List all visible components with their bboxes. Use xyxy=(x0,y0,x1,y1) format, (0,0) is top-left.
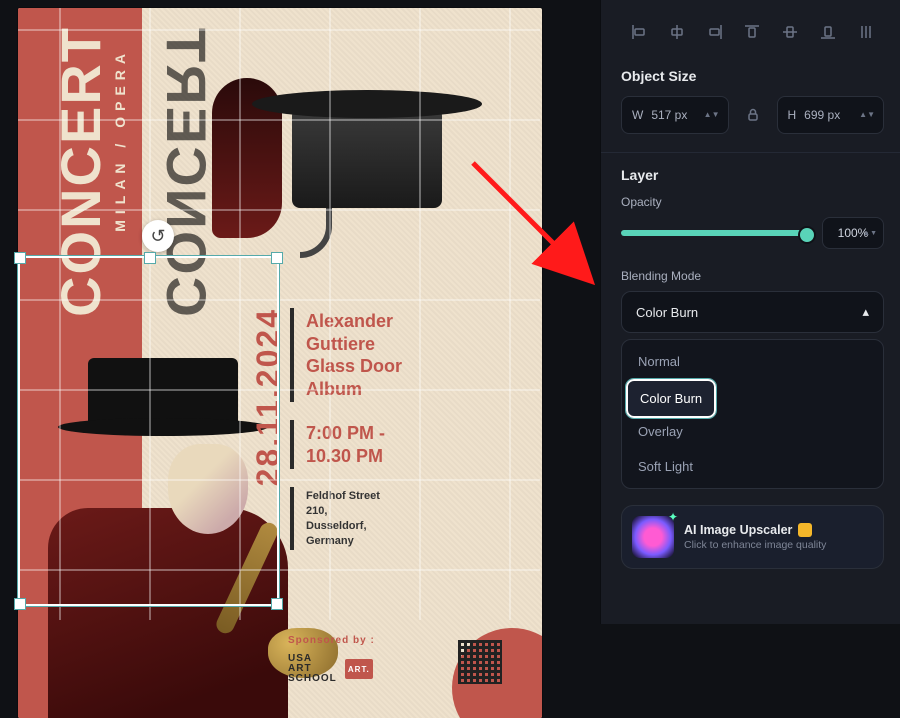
blending-option-soft-light[interactable]: Soft Light xyxy=(626,449,879,484)
poster-sponsor-logo-1: USA ART SCHOOL xyxy=(288,654,337,684)
align-right-icon[interactable] xyxy=(703,20,727,44)
blending-mode-dropdown: Normal Color Burn Multiply Overlay Soft … xyxy=(621,339,884,489)
poster-addr-4: Germany xyxy=(306,534,510,549)
resize-handle-nw[interactable] xyxy=(14,252,26,264)
premium-crown-icon xyxy=(798,523,812,537)
blending-mode-selected: Color Burn xyxy=(636,305,698,320)
poster-sponsor-block: Sponsored by : USA ART SCHOOL ART. xyxy=(288,635,375,684)
section-heading-layer: Layer xyxy=(621,167,884,183)
align-left-icon[interactable] xyxy=(627,20,651,44)
poster-time-1: 7:00 PM - xyxy=(306,422,510,445)
ai-upscaler-card[interactable]: AI Image Upscaler Click to enhance image… xyxy=(621,505,884,569)
resize-handle-se[interactable] xyxy=(271,598,283,610)
opacity-label: Opacity xyxy=(621,195,884,209)
poster-album-2: Album xyxy=(306,378,510,401)
poster-addr-3: Dusseldorf, xyxy=(306,519,510,534)
chevron-up-icon: ▴ xyxy=(862,304,869,320)
lock-icon xyxy=(745,107,761,123)
poster-sponsor-logo-2: ART. xyxy=(345,659,373,679)
poster-artist-1: Alexander xyxy=(306,310,510,333)
opacity-value-input[interactable]: 100% ▲▼ xyxy=(822,217,884,249)
rotate-handle[interactable]: ↺ xyxy=(142,220,174,252)
poster-qr-code xyxy=(458,640,502,684)
blending-option-overlay[interactable]: Overlay xyxy=(626,414,879,449)
section-heading-object-size: Object Size xyxy=(621,68,884,84)
blending-option-normal[interactable]: Normal xyxy=(626,344,879,379)
blending-option-color-burn[interactable]: Color Burn xyxy=(626,379,716,418)
resize-handle-n[interactable] xyxy=(144,252,156,264)
width-stepper[interactable]: ▲▼ xyxy=(704,111,720,119)
align-top-icon[interactable] xyxy=(740,20,764,44)
selection-bounding-box[interactable] xyxy=(18,256,279,606)
properties-panel: Object Size W 517 px ▲▼ H 699 px ▲▼ Laye… xyxy=(600,0,900,624)
align-center-v-icon[interactable] xyxy=(778,20,802,44)
opacity-slider-thumb[interactable] xyxy=(798,226,816,244)
height-value: 699 px xyxy=(804,108,840,122)
distribute-icon[interactable] xyxy=(854,20,878,44)
height-stepper[interactable]: ▲▼ xyxy=(859,111,875,119)
ai-upscaler-thumbnail xyxy=(632,516,674,558)
poster-addr-1: Feldhof Street xyxy=(306,489,510,504)
height-prefix: H xyxy=(788,108,797,122)
blending-mode-select[interactable]: Color Burn ▴ xyxy=(621,291,884,333)
alignment-toolbar xyxy=(621,16,884,62)
opacity-stepper[interactable]: ▲▼ xyxy=(863,230,877,237)
align-center-h-icon[interactable] xyxy=(665,20,689,44)
poster-info-block: 28.11.2024 Alexander Guttiere Glass Door… xyxy=(290,308,510,568)
width-prefix: W xyxy=(632,108,643,122)
ai-upscaler-subtitle: Click to enhance image quality xyxy=(684,539,826,551)
blending-mode-label: Blending Mode xyxy=(621,269,884,283)
poster-album-1: Glass Door xyxy=(306,355,510,378)
poster-addr-2: 210, xyxy=(306,504,510,519)
poster-sponsored-by: Sponsored by : xyxy=(288,635,375,646)
align-bottom-icon[interactable] xyxy=(816,20,840,44)
canvas-stage[interactable]: CONCERT MILAN / OPERA CONCERT 28.11.2024… xyxy=(0,0,600,624)
poster-figure-top xyxy=(222,18,482,258)
resize-handle-sw[interactable] xyxy=(14,598,26,610)
panel-divider xyxy=(601,152,900,153)
poster-overline: MILAN / OPERA xyxy=(112,48,128,232)
ai-upscaler-title: AI Image Upscaler xyxy=(684,523,792,537)
poster-time-2: 10.30 PM xyxy=(306,445,510,468)
width-input[interactable]: W 517 px ▲▼ xyxy=(621,96,729,134)
poster-artist-2: Guttiere xyxy=(306,333,510,356)
lock-aspect-button[interactable] xyxy=(739,101,767,129)
height-input[interactable]: H 699 px ▲▼ xyxy=(777,96,885,134)
opacity-slider[interactable] xyxy=(621,230,812,236)
resize-handle-ne[interactable] xyxy=(271,252,283,264)
width-value: 517 px xyxy=(651,108,687,122)
